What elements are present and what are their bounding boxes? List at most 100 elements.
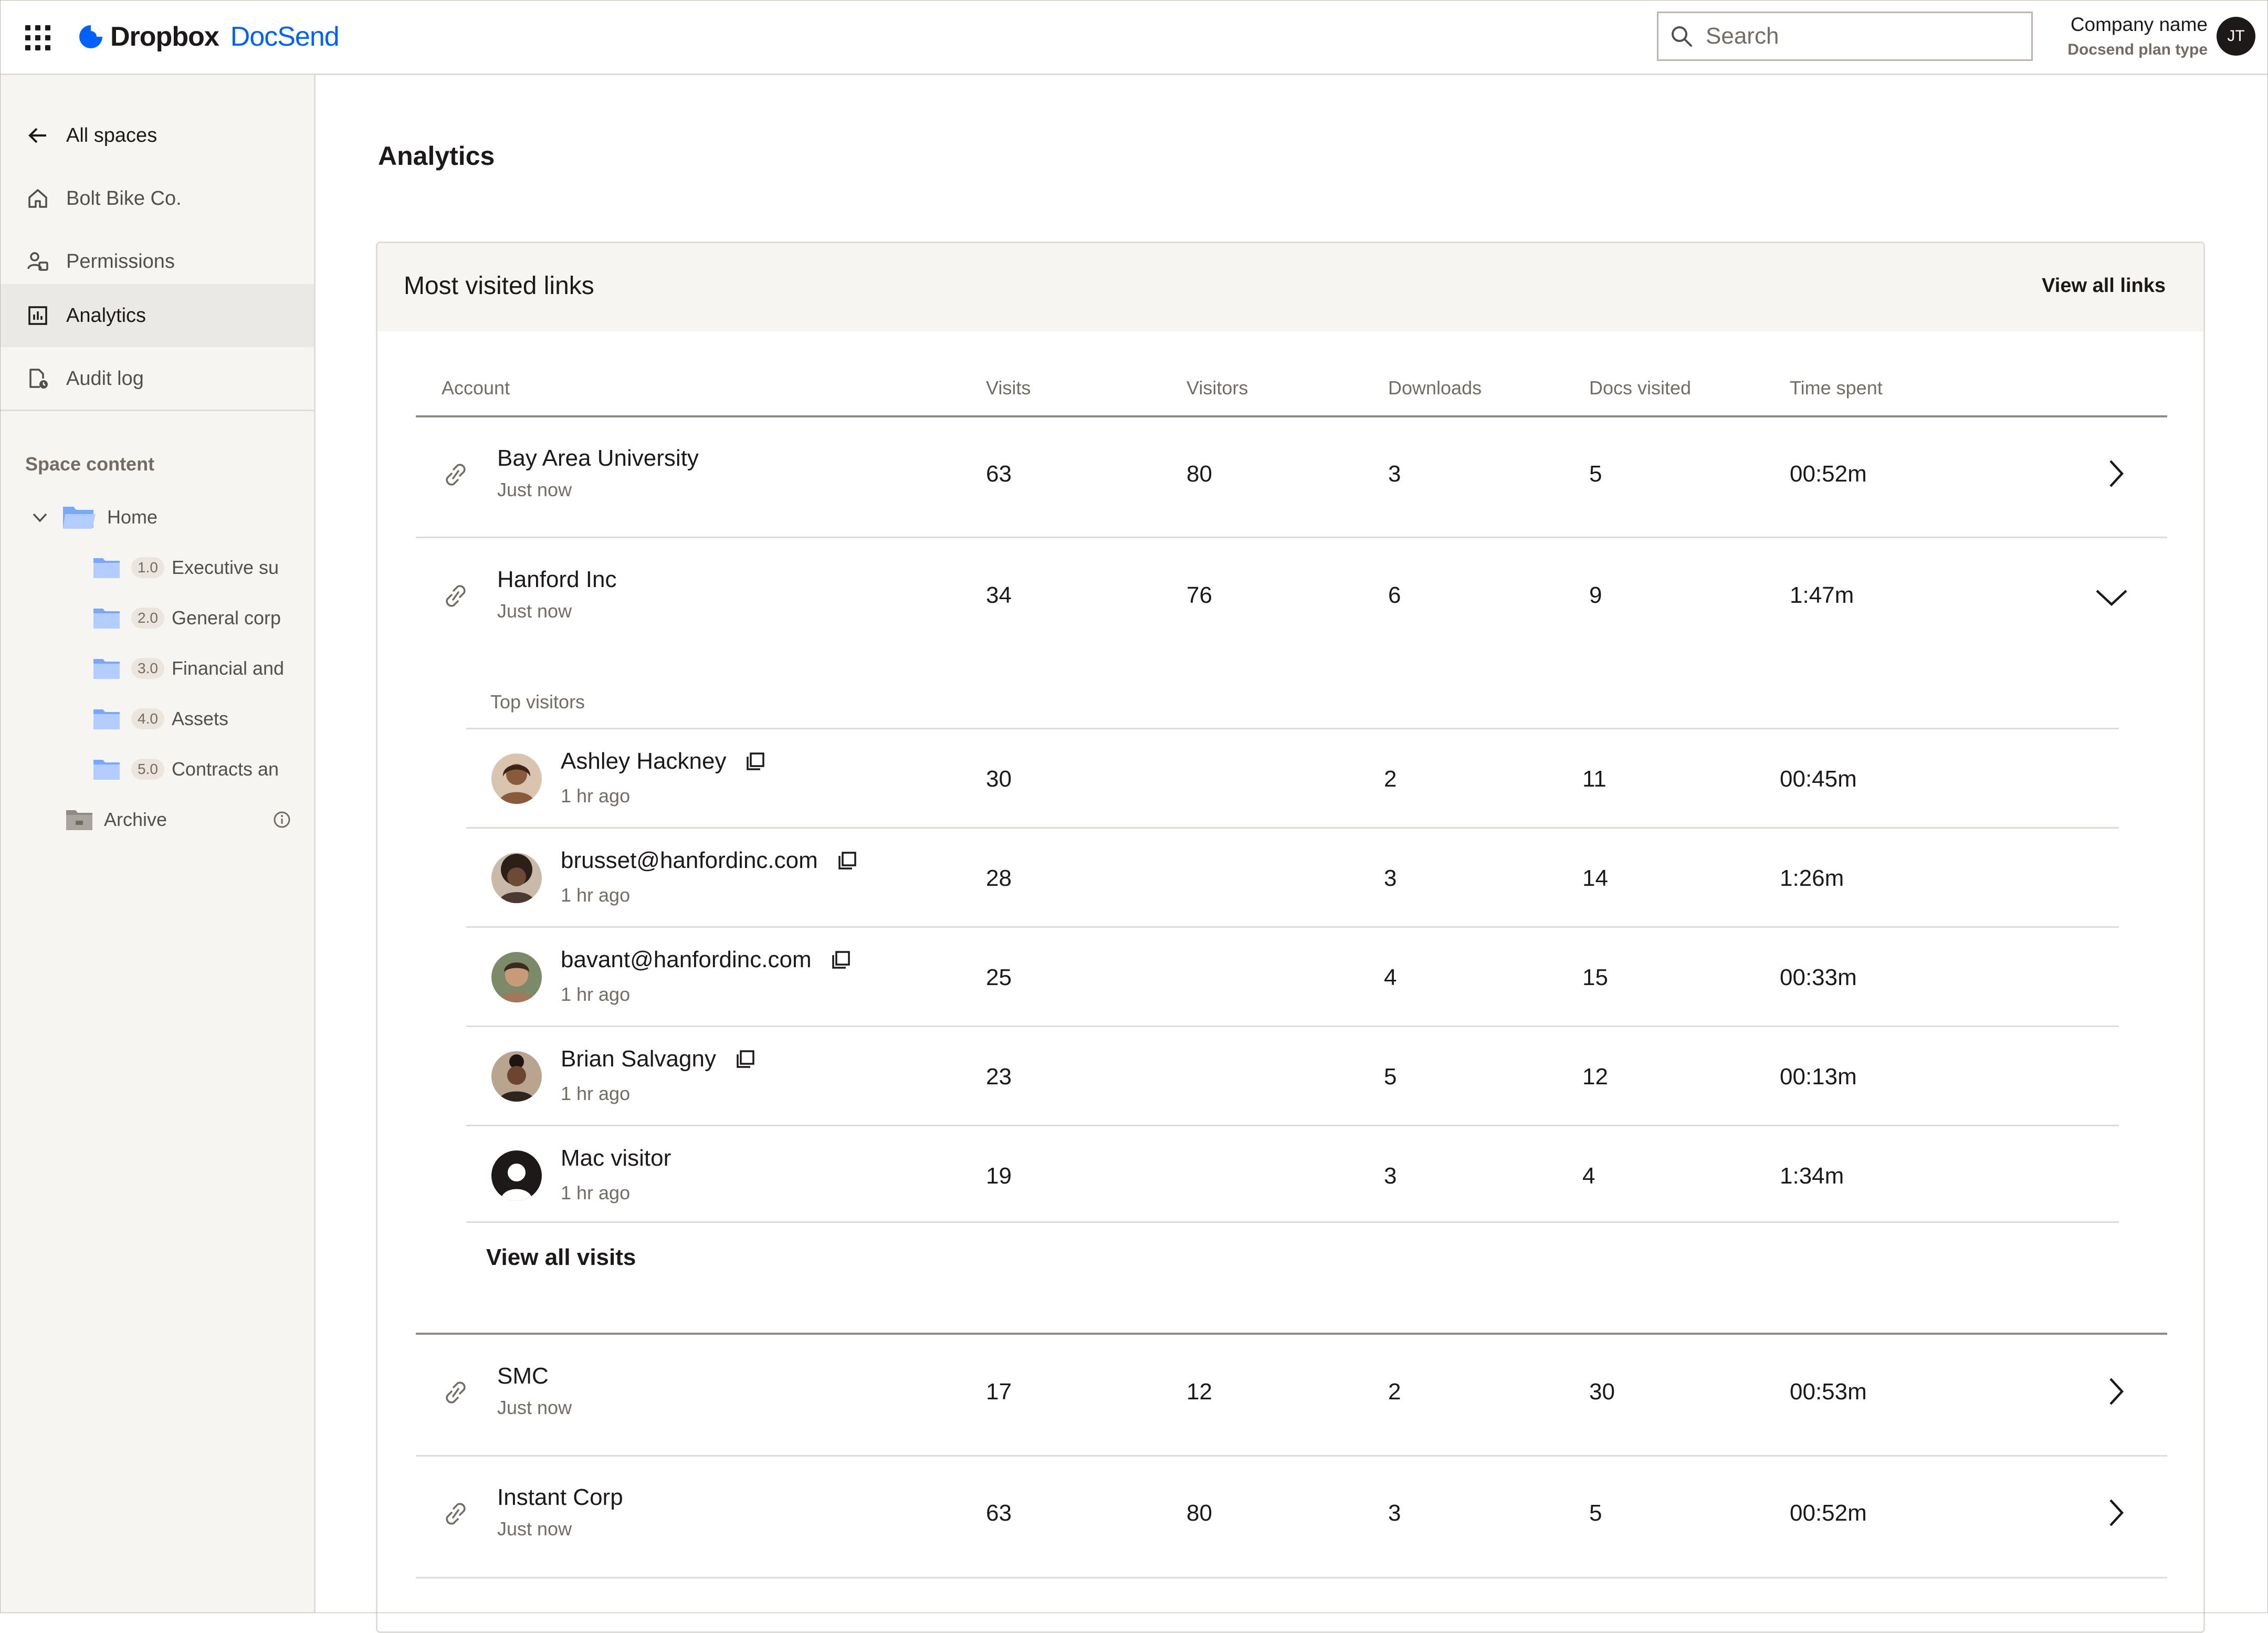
sidebar-item-permissions[interactable]: Permissions [0, 230, 314, 293]
copy-icon[interactable] [735, 1049, 756, 1070]
account-name: Bay Area University [497, 445, 699, 471]
account-timestamp: Just now [497, 1518, 572, 1540]
home-label: Home [107, 506, 158, 528]
account-row[interactable]: Bay Area University Just now 63 80 3 5 0… [416, 417, 2169, 537]
folder-label: Executive su [171, 557, 279, 578]
home-icon [28, 189, 47, 208]
visitor-row[interactable]: brusset@hanfordinc.com 1 hr ago 28 3 14 … [466, 829, 2119, 928]
app-grid-icon[interactable] [25, 25, 50, 50]
column-header-account: Account [442, 377, 510, 399]
visitor-timestamp: 1 hr ago [561, 1182, 631, 1203]
time-spent-value: 00:45m [1780, 766, 1857, 792]
visitor-name-group: Mac visitor [561, 1145, 671, 1171]
search-icon [1672, 26, 1692, 47]
back-all-spaces[interactable]: All spaces [0, 104, 314, 167]
copy-icon[interactable] [831, 949, 852, 970]
card-title: Most visited links [404, 272, 594, 300]
folder-label: General corp [171, 607, 281, 629]
tree-archive[interactable]: Archive [65, 799, 296, 841]
folder-icon [93, 709, 120, 729]
people-icon [27, 252, 48, 271]
tree-folder-2[interactable]: 2.0 General corp [92, 597, 281, 639]
time-spent-value: 1:26m [1780, 865, 1844, 891]
link-icon [446, 1381, 466, 1404]
visitor-row[interactable]: Ashley Hackney 1 hr ago 30 2 11 00:45m [466, 729, 2119, 829]
downloads-value: 3 [1388, 461, 1401, 487]
sidebar: All spaces Bolt Bike Co. Permissions Ana… [0, 75, 316, 1613]
column-header-visitors: Visitors [1186, 377, 1248, 399]
visits-value: 17 [986, 1379, 1012, 1405]
visits-value: 23 [986, 1064, 1012, 1090]
sidebar-item-analytics[interactable]: Analytics [0, 284, 314, 347]
chevron-down-icon[interactable] [29, 507, 50, 528]
sidebar-divider [0, 410, 314, 411]
docs-visited-value: 5 [1589, 1500, 1602, 1526]
tree-home[interactable]: Home [29, 496, 158, 538]
visitors-value: 12 [1186, 1379, 1212, 1405]
account-row[interactable]: Instant Corp Just now 63 80 3 5 00:52m [416, 1456, 2169, 1576]
view-all-links-button[interactable]: View all links [2042, 275, 2166, 297]
view-all-visits-link[interactable]: View all visits [486, 1244, 636, 1271]
search-box[interactable] [1657, 12, 2033, 61]
account-name: Instant Corp [497, 1484, 623, 1510]
column-header-docs-visited: Docs visited [1589, 377, 1692, 399]
visitor-row[interactable]: bavant@hanfordinc.com 1 hr ago 25 4 15 0… [466, 928, 2119, 1027]
tree-folder-4[interactable]: 4.0 Assets [92, 698, 228, 740]
account-timestamp: Just now [497, 1397, 572, 1418]
copy-icon[interactable] [745, 751, 766, 772]
time-spent-value: 00:52m [1790, 1500, 1867, 1526]
copy-icon[interactable] [837, 850, 858, 871]
dropbox-docsend-logo[interactable]: Dropbox DocSend [79, 20, 340, 54]
tree-folder-5[interactable]: 5.0 Contracts an [92, 748, 279, 790]
chevron-right-icon[interactable] [2105, 458, 2126, 489]
visitor-name: Brian Salvagny [561, 1046, 716, 1072]
company-name: Company name [2070, 14, 2208, 35]
visits-value: 34 [986, 582, 1012, 608]
visitor-avatar [491, 952, 542, 1002]
downloads-value: 6 [1388, 582, 1401, 608]
visits-value: 28 [986, 865, 1012, 891]
folder-icon [93, 609, 120, 629]
sidebar-item-audit-log[interactable]: Audit log [0, 347, 314, 410]
folder-number-badge: 4.0 [131, 708, 164, 729]
visitors-value: 80 [1186, 461, 1212, 487]
account-row[interactable]: SMC Just now 17 12 2 30 00:53m [416, 1335, 2169, 1454]
docsend-logo-icon [79, 25, 102, 48]
tree-folder-3[interactable]: 3.0 Financial and [92, 647, 284, 689]
sidebar-item-bolt-bike[interactable]: Bolt Bike Co. [0, 167, 314, 230]
chevron-right-icon[interactable] [2105, 1376, 2126, 1407]
tree-folder-1[interactable]: 1.0 Executive su [92, 547, 279, 589]
visitor-name-group: bavant@hanfordinc.com [561, 947, 852, 973]
chevron-right-icon[interactable] [2105, 1497, 2126, 1529]
visitor-name-group: brusset@hanfordinc.com [561, 847, 858, 874]
docs-visited-value: 30 [1589, 1379, 1615, 1405]
plan-type: Docsend plan type [2067, 41, 2208, 58]
visitor-row[interactable]: Brian Salvagny 1 hr ago 23 5 12 00:13m [466, 1027, 2119, 1126]
info-icon[interactable] [273, 811, 291, 829]
link-icon [446, 464, 466, 486]
archive-folder-icon [66, 810, 92, 830]
account-timestamp: Just now [497, 600, 572, 622]
visitor-row[interactable]: Mac visitor 1 hr ago 19 3 4 1:34m [466, 1126, 2119, 1226]
folder-icon [93, 558, 120, 578]
visits-value: 30 [986, 766, 1012, 792]
folder-number-badge: 1.0 [131, 557, 164, 578]
visitor-name: Mac visitor [561, 1145, 671, 1171]
visits-value: 63 [986, 461, 1012, 487]
sidebar-item-label: Permissions [66, 250, 175, 273]
search-input[interactable] [1705, 23, 2001, 50]
user-avatar[interactable]: JT [2217, 17, 2255, 56]
account-info[interactable]: Company name Docsend plan type [2067, 14, 2208, 59]
downloads-value: 3 [1384, 865, 1397, 891]
docs-visited-value: 4 [1582, 1163, 1595, 1189]
column-header-visits: Visits [986, 377, 1031, 399]
visits-value: 19 [986, 1163, 1012, 1189]
docs-visited-value: 5 [1589, 461, 1602, 487]
downloads-value: 2 [1384, 766, 1397, 792]
time-spent-value: 00:33m [1780, 965, 1857, 990]
chevron-down-icon[interactable] [2095, 587, 2128, 608]
visits-value: 25 [986, 965, 1012, 990]
top-bar: Dropbox DocSend Company name Docsend plan… [0, 0, 2268, 75]
account-row-expanded[interactable]: Hanford Inc Just now 34 76 6 9 1:47m [416, 538, 2169, 658]
visitor-avatar [491, 853, 542, 903]
